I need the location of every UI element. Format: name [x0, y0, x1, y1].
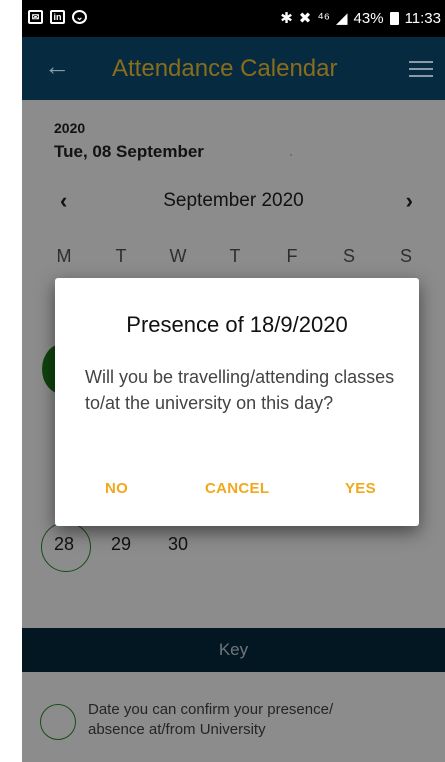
app-screen: ✉ in ⌄ ✱ ✖ ⁴⁶ ◢ 43% 11:33 ← Attendance C…	[22, 0, 445, 762]
download-icon: ⌄	[72, 10, 87, 24]
cancel-button[interactable]: CANCEL	[205, 480, 269, 497]
no-button[interactable]: NO	[105, 480, 128, 497]
battery-icon	[389, 11, 399, 25]
yes-button[interactable]: YES	[345, 480, 376, 497]
dialog-title: Presence of 18/9/2020	[126, 312, 348, 337]
hamburger-menu-icon[interactable]	[409, 61, 433, 77]
notification-icons: ✉ in ⌄	[28, 10, 87, 24]
app-title: Attendance Calendar	[112, 55, 338, 82]
bluetooth-icon: ✱	[280, 10, 293, 27]
signal-icon: ◢	[335, 10, 348, 27]
system-status: ✱ ✖ ⁴⁶ ◢ 43% 11:33	[280, 9, 441, 28]
battery-percent: 43%	[353, 9, 384, 27]
signal-type: ⁴⁶	[317, 9, 330, 27]
dialog-message: Will you be travelling/attending classes…	[85, 367, 395, 413]
clock: 11:33	[404, 9, 441, 27]
mail-icon: ✉	[28, 10, 43, 24]
back-arrow-icon[interactable]: ←	[44, 51, 70, 82]
linkedin-icon: in	[50, 10, 65, 24]
mute-icon: ✖	[298, 10, 312, 27]
presence-dialog: Presence of 18/9/2020 Will you be travel…	[55, 278, 419, 526]
status-bar: ✉ in ⌄ ✱ ✖ ⁴⁶ ◢ 43% 11:33	[22, 0, 445, 37]
app-bar: ← Attendance Calendar	[22, 37, 445, 100]
